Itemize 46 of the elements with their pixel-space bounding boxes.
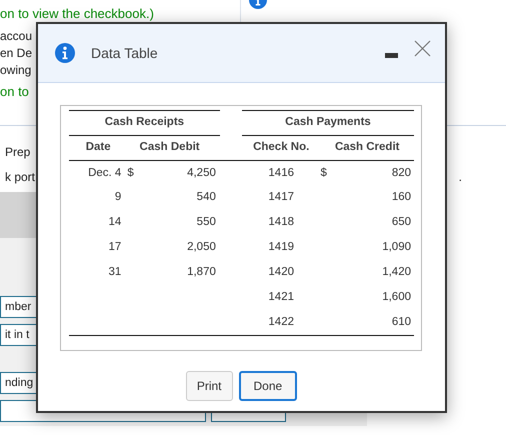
table-cell: 540 (196, 191, 216, 204)
table-cell: 2,050 (187, 241, 216, 254)
table-cell: 1,420 (382, 266, 411, 278)
text-line: . (458, 169, 462, 186)
instruction-link[interactable]: on to view the checkbook.) (0, 4, 154, 24)
text-line: k port (5, 169, 36, 186)
table-cell: 550 (196, 216, 216, 228)
table-cell: 1421 (268, 291, 294, 304)
minimize-icon[interactable] (385, 52, 398, 58)
table-cell: 1,090 (382, 241, 411, 254)
table-cell: 1422 (268, 316, 294, 328)
text-line: owing (0, 62, 32, 78)
table-cell: 820 (392, 166, 411, 179)
column-group-header: Cash Payments (242, 110, 414, 136)
table-cell: 1417 (268, 191, 294, 204)
table-cell: Dec. 4 (88, 166, 122, 179)
table-cell: 31 (108, 266, 122, 278)
table-cell: 1419 (268, 241, 294, 254)
text-line: accou (0, 28, 32, 44)
column-group-header: Cash Receipts (69, 110, 220, 136)
table-cell: 1,870 (187, 266, 216, 278)
done-button[interactable]: Done (238, 371, 298, 401)
table-cell: 610 (392, 316, 411, 328)
table-cell: 9 (114, 191, 122, 204)
info-icon[interactable] (55, 43, 75, 63)
instruction-link[interactable]: on to (0, 82, 29, 101)
table-cell: 1,600 (382, 291, 411, 304)
table-cell: $ (127, 166, 134, 179)
table-cell: 4,250 (187, 166, 216, 179)
close-icon[interactable] (414, 40, 431, 56)
column-header: Date (86, 141, 111, 154)
table-cell: 14 (108, 216, 122, 228)
dialog-title: Data Table (91, 44, 159, 62)
table-cell: 650 (392, 216, 411, 228)
text-line: Prep (5, 144, 30, 161)
column-header: Cash Debit (140, 141, 200, 154)
table-cell: $ (320, 166, 327, 179)
text-line: en De (0, 44, 32, 62)
table-cell: 1418 (268, 216, 294, 228)
print-button[interactable]: Print (186, 371, 232, 401)
table-cell: 1416 (268, 166, 294, 179)
column-header: Check No. (253, 141, 310, 154)
table-cell: 160 (392, 191, 411, 204)
table-cell: 17 (108, 241, 122, 254)
column-header: Cash Credit (334, 141, 400, 154)
table-cell: 1420 (268, 266, 294, 278)
